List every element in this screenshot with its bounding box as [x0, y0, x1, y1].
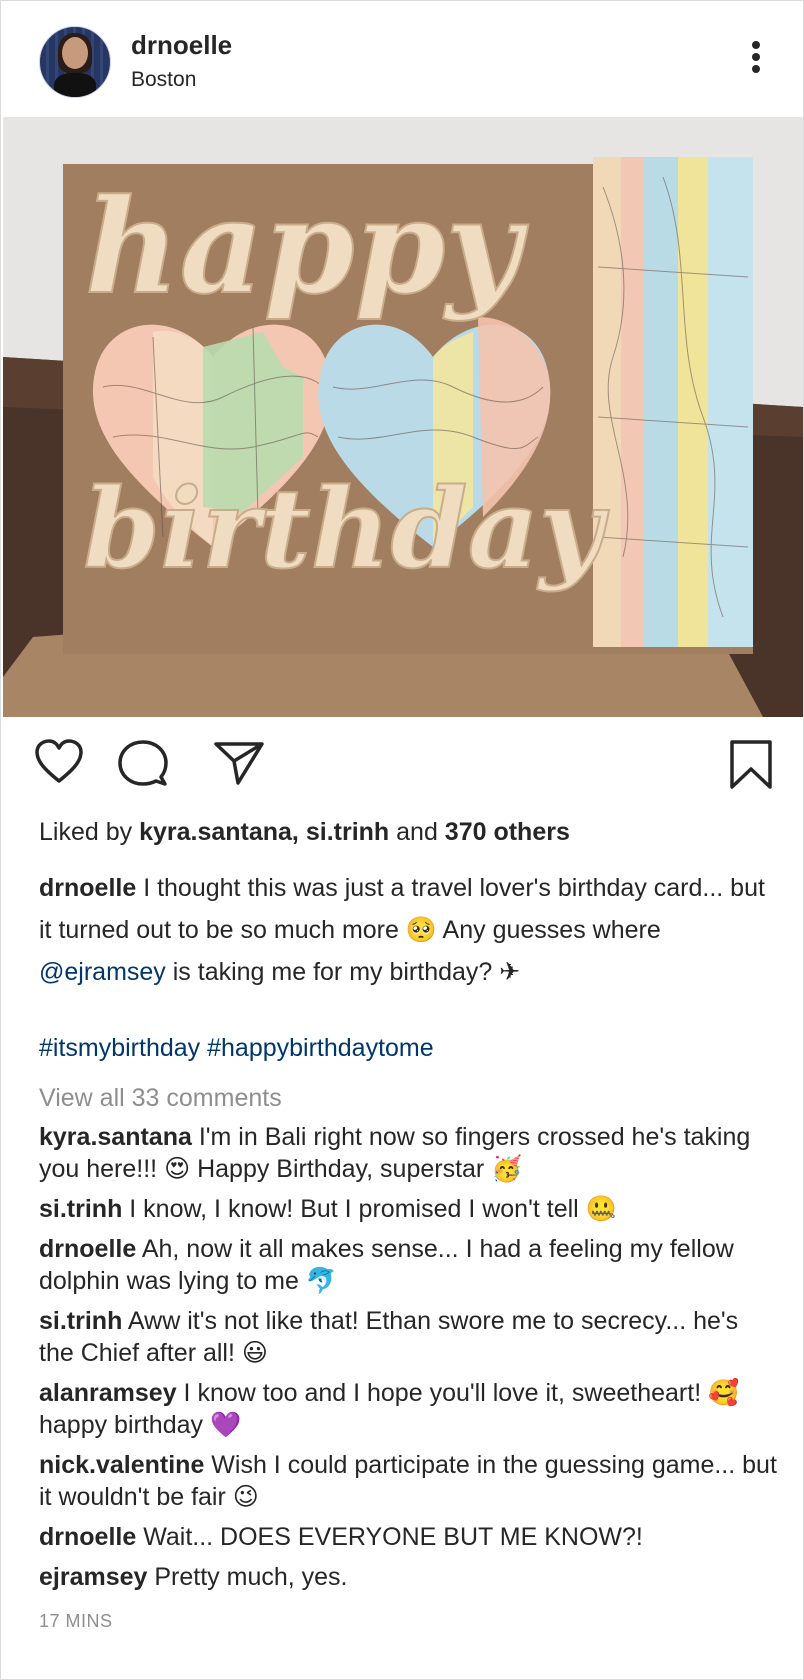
caption-author[interactable]: drnoelle	[39, 874, 136, 902]
caption-hashtags[interactable]: #itsmybirthday #happybirthdaytome	[39, 1034, 434, 1063]
post-header: drnoelle Boston	[1, 1, 803, 116]
comment-username[interactable]: drnoelle	[39, 1235, 136, 1263]
comment-icon[interactable]	[118, 739, 168, 787]
post-image[interactable]: happy birthday	[3, 117, 803, 717]
avatar[interactable]	[39, 26, 111, 98]
comment-text: I know, I know! But I promised I won't t…	[122, 1195, 617, 1223]
bookmark-icon[interactable]	[729, 739, 773, 791]
caption-text-end: is taking me for my birthday? ✈	[165, 958, 521, 986]
post-location[interactable]: Boston	[131, 68, 196, 92]
comment-text: Aww it's not like that! Ethan swore me t…	[39, 1307, 739, 1367]
liker-username[interactable]: kyra.santana,	[139, 818, 299, 846]
comment-item: ejramsey Pretty much, yes.	[39, 1561, 779, 1593]
comment-username[interactable]: drnoelle	[39, 1523, 136, 1551]
likes-summary[interactable]: Liked by kyra.santana, si.trinh and 370 …	[39, 818, 570, 847]
action-bar	[1, 731, 803, 801]
comment-item: alanramsey I know too and I hope you'll …	[39, 1377, 779, 1441]
caption-mention[interactable]: @ejramsey	[39, 958, 166, 986]
send-icon[interactable]	[214, 741, 264, 785]
birthday-card-illustration: happy birthday	[3, 117, 803, 717]
comment-text: Pretty much, yes.	[147, 1563, 348, 1591]
heart-icon[interactable]	[34, 739, 84, 785]
comment-item: drnoelle Ah, now it all makes sense... I…	[39, 1233, 779, 1297]
comment-item: kyra.santana I'm in Bali right now so fi…	[39, 1121, 779, 1185]
comment-username[interactable]: si.trinh	[39, 1307, 122, 1335]
view-all-comments-link[interactable]: View all 33 comments	[39, 1084, 282, 1113]
comment-username[interactable]: alanramsey	[39, 1379, 177, 1407]
post-username[interactable]: drnoelle	[131, 30, 232, 61]
card-word-happy: happy	[85, 170, 529, 323]
more-options-icon[interactable]	[749, 41, 763, 77]
comments-list: kyra.santana I'm in Bali right now so fi…	[39, 1121, 779, 1601]
post-card: drnoelle Boston happy birthday Liked by …	[0, 0, 804, 1680]
comment-username[interactable]: nick.valentine	[39, 1451, 204, 1479]
likes-others[interactable]: 370 others	[445, 818, 570, 846]
post-timestamp: 17 MINS	[39, 1611, 113, 1631]
likes-and: and	[389, 818, 445, 846]
card-word-birthday: birthday	[83, 464, 610, 593]
comment-item: nick.valentine Wish I could participate …	[39, 1449, 779, 1513]
caption-text: I thought this was just a travel lover's…	[39, 874, 765, 944]
comment-username[interactable]: ejramsey	[39, 1563, 147, 1591]
comment-item: drnoelle Wait... DOES EVERYONE BUT ME KN…	[39, 1521, 779, 1553]
comment-item: si.trinh Aww it's not like that! Ethan s…	[39, 1305, 779, 1369]
liker-username[interactable]: si.trinh	[306, 818, 389, 846]
post-caption: drnoelle I thought this was just a trave…	[39, 867, 769, 993]
comment-username[interactable]: si.trinh	[39, 1195, 122, 1223]
comment-item: si.trinh I know, I know! But I promised …	[39, 1193, 779, 1225]
comment-username[interactable]: kyra.santana	[39, 1123, 192, 1151]
likes-prefix: Liked by	[39, 818, 140, 846]
comment-text: Ah, now it all makes sense... I had a fe…	[39, 1235, 734, 1295]
comment-text: Wait... DOES EVERYONE BUT ME KNOW?!	[136, 1523, 643, 1551]
